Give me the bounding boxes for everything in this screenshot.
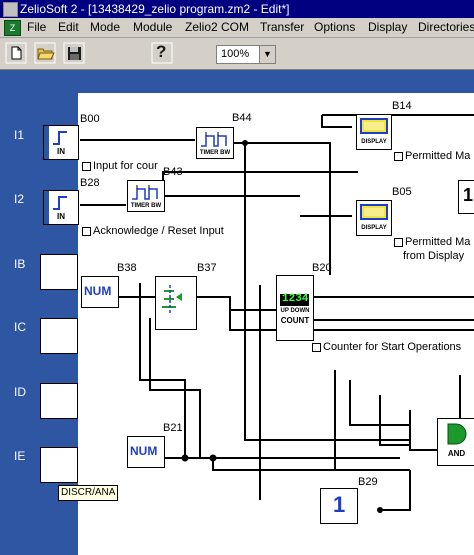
b38-caption: NUM xyxy=(84,284,112,298)
b38-id: B38 xyxy=(117,262,137,274)
b20-id: B20 xyxy=(312,262,332,274)
b05-caption: DISPLAY xyxy=(361,225,387,231)
counter-block-b20[interactable]: 1234 UP DOWN COUNT xyxy=(276,275,314,341)
input-block-b00[interactable]: IN xyxy=(43,125,79,160)
timer-pulse-icon xyxy=(201,132,227,147)
compare-icon xyxy=(162,285,182,315)
b44-id: B44 xyxy=(232,112,252,124)
and-caption: AND xyxy=(447,449,466,458)
timer-pulse-icon xyxy=(132,185,158,200)
b00-caption: IN xyxy=(57,147,65,156)
b05-id: B05 xyxy=(392,186,412,198)
b21-id: B21 xyxy=(163,422,183,434)
input-block-b28[interactable]: IN xyxy=(43,190,79,225)
b00-id: B00 xyxy=(80,113,100,125)
partial-block-value: 1 xyxy=(463,185,474,205)
compare-block-b37[interactable] xyxy=(155,276,197,330)
b29-id: B29 xyxy=(358,476,378,488)
b29-value: 1 xyxy=(333,492,346,517)
partial-numeric-block[interactable]: 1 xyxy=(458,180,474,214)
b14-comment: Permitted Ma xyxy=(394,150,470,162)
b05-comment: Permitted Ma xyxy=(394,236,470,248)
and-block[interactable]: AND xyxy=(437,418,474,466)
timer-block-b44[interactable]: TIMER BW xyxy=(196,127,234,159)
b20-caption2: COUNT xyxy=(280,316,310,325)
tooltip: DISCR/ANA xyxy=(58,485,119,501)
b00-comment: Input for cour xyxy=(82,160,158,172)
display-screen-icon xyxy=(360,204,388,220)
timer-block-b43[interactable]: TIMER BW xyxy=(127,180,165,212)
b21-caption: NUM xyxy=(130,444,158,458)
numeric-block-b38[interactable]: NUM xyxy=(81,276,119,308)
display-block-b05[interactable]: DISPLAY xyxy=(356,200,392,236)
b20-caption1: UP DOWN xyxy=(280,308,310,314)
b37-id: B37 xyxy=(197,262,217,274)
b43-id: B43 xyxy=(163,166,183,178)
b43-caption: TIMER BW xyxy=(130,203,162,209)
b20-comment: Counter for Start Operations xyxy=(312,341,461,353)
b28-caption: IN xyxy=(57,212,65,221)
display-block-b14[interactable]: DISPLAY xyxy=(356,114,392,150)
b20-value: 1234 xyxy=(282,293,309,305)
b44-caption: TIMER BW xyxy=(199,150,231,156)
b28-comment: Acknowledge / Reset Input xyxy=(82,225,224,237)
wiring-layer xyxy=(80,114,474,513)
constant-block-b29[interactable]: 1 xyxy=(320,488,358,524)
numeric-block-b21[interactable]: NUM xyxy=(127,436,165,468)
b14-id: B14 xyxy=(392,100,412,112)
b05-comment-line2: from Display xyxy=(403,250,465,262)
b28-id: B28 xyxy=(80,177,100,189)
b14-caption: DISPLAY xyxy=(361,139,387,145)
display-screen-icon xyxy=(360,118,388,134)
and-gate-icon xyxy=(447,423,467,445)
